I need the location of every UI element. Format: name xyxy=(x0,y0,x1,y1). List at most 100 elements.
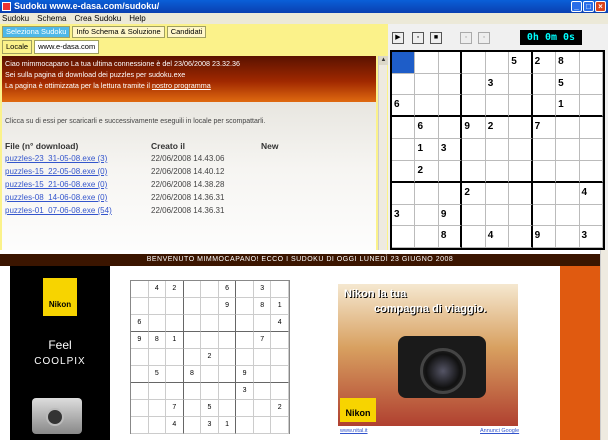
nikon-banner-ad[interactable]: Nikon la tua compagna di viaggio. Nikon xyxy=(338,284,518,426)
sudoku-cell[interactable] xyxy=(579,95,603,118)
sudoku-cell[interactable] xyxy=(438,160,463,183)
file-link[interactable]: puzzles-15_21-06-08.exe (0) xyxy=(5,180,107,189)
sudoku-cell[interactable] xyxy=(415,95,439,118)
sudoku-cell[interactable] xyxy=(509,73,533,96)
sudoku-cell[interactable]: 6 xyxy=(415,117,439,140)
sudoku-cell[interactable] xyxy=(485,204,510,227)
tab-info-schema[interactable]: Info Schema & Soluzione xyxy=(72,26,165,38)
sudoku-cell[interactable]: 1 xyxy=(415,139,439,161)
sudoku-cell[interactable] xyxy=(532,182,557,205)
sudoku-cell[interactable]: 4 xyxy=(485,226,510,248)
sudoku-cell[interactable] xyxy=(462,73,486,96)
sudoku-cell[interactable] xyxy=(485,139,510,161)
sudoku-cell[interactable] xyxy=(509,95,533,118)
sudoku-cell[interactable] xyxy=(485,95,510,118)
minimize-button[interactable]: _ xyxy=(571,1,582,12)
sudoku-cell[interactable] xyxy=(579,117,603,140)
tab-locale[interactable]: Locale xyxy=(2,40,33,54)
sudoku-cell[interactable]: 5 xyxy=(509,52,533,74)
sudoku-cell[interactable] xyxy=(556,139,580,161)
redo-icon[interactable]: ▫ xyxy=(478,32,490,44)
sudoku-grid[interactable]: 5283561692713224398493 xyxy=(390,50,605,250)
sudoku-cell[interactable] xyxy=(462,226,486,248)
file-link[interactable]: puzzles-01_07-06-08.exe (54) xyxy=(5,206,112,215)
play-icon[interactable]: ▶ xyxy=(392,32,404,44)
sudoku-cell[interactable] xyxy=(415,182,439,205)
sudoku-cell[interactable] xyxy=(392,73,416,96)
sudoku-cell[interactable]: 2 xyxy=(415,160,439,183)
file-link[interactable]: puzzles-15_22-05-08.exe (0) xyxy=(5,167,107,176)
sudoku-cell[interactable] xyxy=(392,182,416,205)
menu-crea-sudoku[interactable]: Crea Sudoku xyxy=(75,13,122,24)
sudoku-cell[interactable]: 3 xyxy=(438,139,463,161)
sudoku-cell[interactable] xyxy=(462,160,486,183)
sudoku-cell[interactable] xyxy=(438,95,463,118)
sudoku-cell[interactable] xyxy=(415,73,439,96)
sudoku-cell[interactable] xyxy=(532,160,557,183)
sudoku-cell[interactable] xyxy=(415,52,439,74)
sudoku-cell[interactable] xyxy=(579,52,603,74)
sudoku-cell[interactable] xyxy=(579,139,603,161)
sudoku-cell[interactable] xyxy=(392,117,416,140)
sudoku-cell[interactable] xyxy=(509,139,533,161)
undo-icon[interactable]: ▫ xyxy=(460,32,472,44)
bottom-scrollbar[interactable] xyxy=(600,250,608,440)
sudoku-cell[interactable] xyxy=(556,182,580,205)
sudoku-cell[interactable]: 9 xyxy=(532,226,557,248)
tab-web[interactable]: www.e-dasa.com xyxy=(34,40,100,54)
sudoku-cell[interactable] xyxy=(509,182,533,205)
sudoku-cell[interactable]: 7 xyxy=(532,117,557,140)
sudoku-cell[interactable] xyxy=(392,226,416,248)
menu-sudoku[interactable]: Sudoku xyxy=(2,13,29,24)
sudoku-cell[interactable]: 4 xyxy=(579,182,603,205)
sudoku-cell[interactable] xyxy=(392,52,416,74)
sudoku-cell[interactable] xyxy=(579,160,603,183)
sudoku-cell[interactable] xyxy=(532,204,557,227)
sudoku-cell[interactable] xyxy=(392,160,416,183)
sudoku-cell[interactable] xyxy=(392,139,416,161)
sudoku-cell[interactable] xyxy=(579,73,603,96)
sudoku-cell[interactable]: 9 xyxy=(462,117,486,140)
sudoku-cell[interactable] xyxy=(485,52,510,74)
sudoku-cell[interactable] xyxy=(509,117,533,140)
file-link[interactable]: puzzles-23_31-05-08.exe (3) xyxy=(5,154,107,163)
sudoku-cell[interactable]: 2 xyxy=(485,117,510,140)
sudoku-cell[interactable] xyxy=(509,204,533,227)
sudoku-cell[interactable]: 1 xyxy=(556,95,580,118)
stop-icon[interactable]: ■ xyxy=(430,32,442,44)
sudoku-cell[interactable] xyxy=(415,204,439,227)
sudoku-cell[interactable] xyxy=(462,204,486,227)
vertical-scrollbar[interactable]: ▲ ▼ xyxy=(378,56,388,270)
sudoku-cell[interactable]: 3 xyxy=(392,204,416,227)
sudoku-cell[interactable]: 8 xyxy=(438,226,463,248)
sudoku-cell[interactable]: 2 xyxy=(462,182,486,205)
sudoku-cell[interactable] xyxy=(485,182,510,205)
ad-url-link[interactable]: www.nital.it xyxy=(340,428,368,434)
google-ads-link[interactable]: Annunci Google xyxy=(480,428,519,434)
sudoku-cell[interactable] xyxy=(532,95,557,118)
sudoku-cell[interactable] xyxy=(509,226,533,248)
scroll-up-icon[interactable]: ▲ xyxy=(379,56,388,65)
sudoku-cell[interactable] xyxy=(532,73,557,96)
sudoku-cell[interactable] xyxy=(556,204,580,227)
sudoku-cell[interactable]: 8 xyxy=(556,52,580,74)
tab-seleziona-sudoku[interactable]: Seleziona Sudoku xyxy=(2,26,71,38)
sudoku-cell[interactable]: 9 xyxy=(438,204,463,227)
sudoku-cell[interactable] xyxy=(532,139,557,161)
sudoku-cell[interactable] xyxy=(556,160,580,183)
pause-icon[interactable]: ▫ xyxy=(412,32,424,44)
sudoku-cell[interactable] xyxy=(462,139,486,161)
sudoku-cell[interactable] xyxy=(485,160,510,183)
sudoku-cell[interactable] xyxy=(438,117,463,140)
sudoku-cell[interactable] xyxy=(462,95,486,118)
program-link[interactable]: nostro programma xyxy=(152,81,211,90)
sudoku-cell[interactable]: 5 xyxy=(556,73,580,96)
sudoku-cell[interactable] xyxy=(556,226,580,248)
sudoku-cell[interactable] xyxy=(462,52,486,74)
sudoku-cell[interactable]: 6 xyxy=(392,95,416,118)
sudoku-cell[interactable] xyxy=(438,182,463,205)
file-link[interactable]: puzzles-08_14-06-08.exe (0) xyxy=(5,193,107,202)
maximize-button[interactable]: □ xyxy=(583,1,594,12)
nikon-side-ad[interactable]: Nikon Feel COOLPIX xyxy=(10,266,110,440)
sudoku-cell[interactable] xyxy=(579,204,603,227)
